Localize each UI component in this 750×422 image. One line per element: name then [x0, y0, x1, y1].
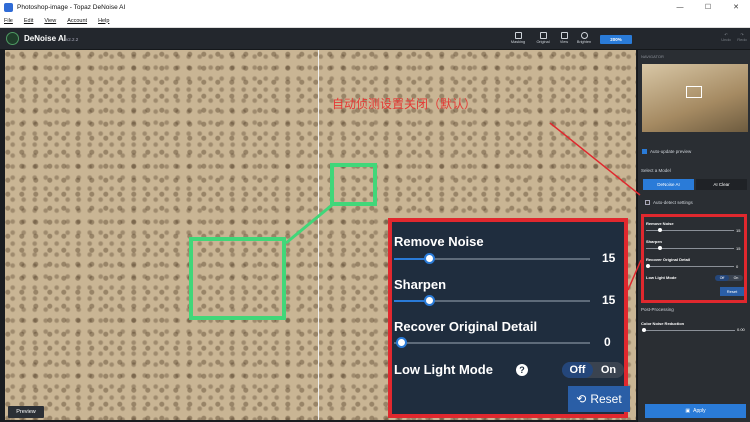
- zoom-sharpen-knob[interactable]: [424, 295, 435, 306]
- annotation-arrow-1: [549, 122, 641, 196]
- zoom-recover-value: 0: [604, 335, 611, 349]
- zoom-low-light-toggle[interactable]: Off On: [562, 362, 624, 378]
- zoom-low-light-off[interactable]: Off: [562, 362, 593, 378]
- zoom-low-light-on[interactable]: On: [593, 362, 624, 378]
- zoom-reset-button[interactable]: ⟲ Reset: [568, 386, 630, 412]
- zoom-recover-track[interactable]: [394, 342, 590, 344]
- zoom-remove-noise-value: 15: [602, 251, 616, 265]
- zoom-recover-label: Recover Original Detail: [394, 319, 538, 334]
- zoom-sharpen-value: 15: [602, 293, 616, 307]
- zoom-remove-noise-label: Remove Noise: [394, 234, 484, 249]
- zoom-remove-noise-fill: [394, 258, 428, 260]
- zoomed-settings-panel: Remove Noise 15 Sharpen 15 Recover Origi…: [388, 218, 630, 418]
- annotation-connector: [285, 203, 333, 245]
- zoom-target-box: [189, 237, 286, 320]
- reset-icon: ⟲: [576, 392, 587, 406]
- help-icon[interactable]: ?: [516, 364, 528, 376]
- annotation-arrows: [285, 122, 642, 291]
- zoom-sharpen-label: Sharpen: [394, 277, 447, 292]
- zoom-low-light-label: Low Light Mode: [394, 362, 493, 377]
- annotation-arrow-2: [627, 259, 642, 291]
- zoom-sharpen-fill: [394, 300, 428, 302]
- zoom-remove-noise-knob[interactable]: [424, 253, 435, 264]
- zoom-source-box: [330, 163, 377, 206]
- zoom-recover-knob[interactable]: [396, 337, 407, 348]
